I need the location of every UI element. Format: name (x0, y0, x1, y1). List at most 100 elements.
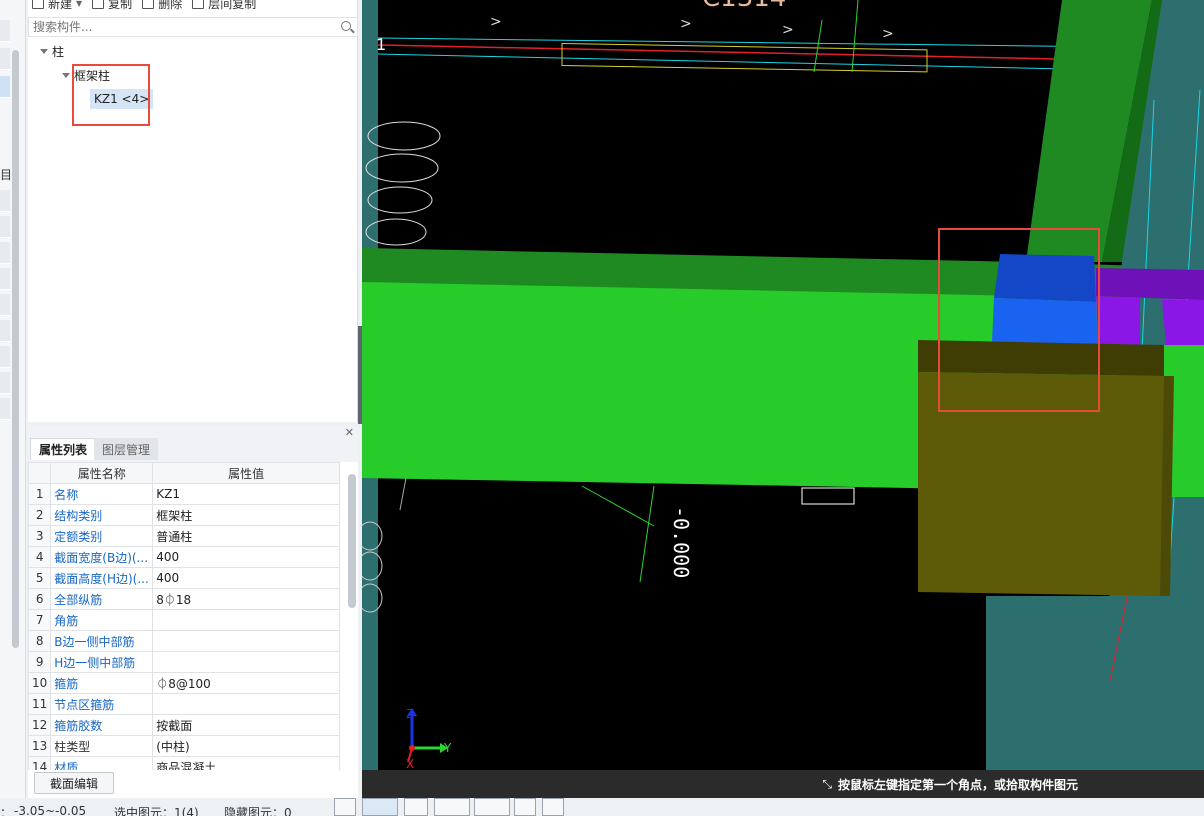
new-button[interactable]: 新建 ▼ (32, 0, 82, 12)
app-root: 目.. 新建▼ 复制 删除 层间复制 柱 框架柱 KZ1 <4> 属性列表 图层… (0, 0, 1204, 816)
strip-cell[interactable] (0, 190, 10, 212)
property-value[interactable]: KZ1 (152, 483, 340, 505)
property-value[interactable] (152, 630, 340, 652)
strip-cell[interactable] (0, 346, 10, 368)
strip-cell[interactable] (0, 216, 10, 238)
table-row[interactable]: 2 结构类别 框架柱 (27, 504, 340, 526)
search-box (28, 17, 358, 37)
strip-cell[interactable] (0, 20, 10, 42)
axis-gizmo: Z Y X (406, 707, 452, 771)
row-index: 6 (27, 588, 52, 610)
rotate-tool-button[interactable] (542, 798, 564, 816)
green-guide (581, 485, 655, 527)
table-row[interactable]: 4 截面宽度(B边)(... 400 (27, 546, 340, 568)
table-row[interactable]: 3 定额类别 普通柱 (27, 525, 340, 547)
green-guide (851, 0, 859, 73)
arrow-mark: > (490, 14, 502, 30)
blue-column-top (994, 254, 1096, 302)
property-value[interactable]: 400 (152, 567, 340, 589)
table-row[interactable]: 10 箍筋 ⏀8@100 (27, 672, 340, 694)
viewport-scene: 1 C1314 > > > > (362, 0, 1204, 798)
left-strip: 目.. (0, 0, 26, 800)
expand-icon[interactable] (62, 73, 70, 78)
table-row[interactable]: 9 H边一侧中部筋 (27, 651, 340, 673)
properties-scrollbar[interactable] (348, 474, 356, 608)
arrow-mark: > (782, 22, 794, 38)
property-name: 结构类别 (50, 504, 154, 526)
arrow-mark: > (680, 16, 692, 32)
tab-property-list[interactable]: 属性列表 (30, 438, 97, 460)
row-index: 10 (27, 672, 52, 694)
strip-cell[interactable] (0, 398, 10, 420)
row-index: 7 (27, 609, 52, 631)
strip-cell[interactable] (0, 320, 10, 342)
dimension-text: -0.000 (669, 506, 693, 578)
table-row[interactable]: 5 截面高度(H边)(... 400 (27, 567, 340, 589)
close-icon[interactable]: ✕ (345, 426, 354, 439)
header-name: 属性名称 (50, 462, 154, 484)
offset-tool-button[interactable] (474, 798, 510, 816)
strip-cell[interactable] (0, 242, 10, 264)
property-value[interactable]: ⏀8@100 (152, 672, 340, 694)
table-row[interactable]: 11 节点区箍筋 (27, 693, 340, 715)
view-tool-button[interactable] (514, 798, 536, 816)
dimension-mark (801, 487, 855, 505)
olive-block-top (918, 340, 1164, 376)
elevation-range: -3.05~-0.05 (14, 804, 87, 816)
strip-scrollbar[interactable] (12, 50, 19, 648)
property-name: 截面宽度(B边)(... (50, 546, 154, 568)
delete-button[interactable]: 删除 (142, 0, 182, 12)
purple-block-front (1096, 296, 1140, 345)
table-row[interactable]: 13 柱类型 (中柱) (27, 735, 340, 757)
table-row[interactable]: 12 箍筋胶数 按截面 (27, 714, 340, 736)
strip-cell[interactable] (0, 48, 10, 70)
row-index: 1 (27, 483, 52, 505)
table-row[interactable]: 6 全部纵筋 8⏀18 (27, 588, 340, 610)
property-value[interactable]: 400 (152, 546, 340, 568)
property-name: H边一侧中部筋 (50, 651, 154, 673)
property-value[interactable]: 普通柱 (152, 525, 340, 547)
table-row[interactable]: 7 角筋 (27, 609, 340, 631)
purple-block-front (1162, 300, 1204, 345)
property-value[interactable] (152, 693, 340, 715)
status-bar: ： -3.05~-0.05 选中图元：1(4) 隐藏图元：0 (0, 798, 1204, 816)
property-value[interactable]: 8⏀18 (152, 588, 340, 610)
olive-block-front (918, 372, 1164, 596)
beam-outline-yellow (561, 42, 928, 73)
snap-tool-button[interactable] (362, 798, 398, 816)
property-value[interactable]: (中柱) (152, 735, 340, 757)
property-value[interactable] (152, 651, 340, 673)
instruction-text: 按鼠标左键指定第一个角点，或拾取构件图元 (837, 777, 1078, 792)
tree-node-column[interactable]: 柱 (40, 43, 64, 60)
copy-button[interactable]: 复制 (92, 0, 132, 12)
property-value[interactable]: 按截面 (152, 714, 340, 736)
3d-viewport[interactable]: 1 C1314 > > > > (362, 0, 1204, 798)
row-index: 2 (27, 504, 52, 526)
header-index (27, 462, 52, 484)
strip-cell[interactable] (0, 372, 10, 394)
search-input[interactable] (29, 18, 329, 36)
cross-tool-button[interactable] (404, 798, 428, 816)
chevron-down-icon[interactable]: ▼ (76, 0, 82, 8)
expand-icon[interactable] (40, 49, 48, 54)
svg-text:Z: Z (406, 707, 414, 721)
strip-cell[interactable] (0, 268, 10, 290)
property-value[interactable]: 框架柱 (152, 504, 340, 526)
search-icon[interactable] (341, 21, 351, 31)
table-row[interactable]: 8 B边一侧中部筋 (27, 630, 340, 652)
strip-cell-selected[interactable] (0, 76, 10, 98)
properties-tabs: 属性列表 图层管理 ✕ (28, 426, 358, 462)
axis-number: 1 (376, 35, 386, 54)
section-edit-button[interactable]: 截面编辑 (34, 772, 114, 794)
ortho-tool-button[interactable] (334, 798, 356, 816)
pick-point-icon: ⤡ (822, 776, 832, 791)
property-value[interactable] (152, 609, 340, 631)
properties-table: 属性名称 属性值 1 名称 KZ1 2 结构类别 框架柱 3 定额类别 普通柱 4 截面宽度(B边)… (27, 462, 340, 778)
angle-tool-button[interactable] (434, 798, 470, 816)
table-row[interactable]: 1 名称 KZ1 (27, 483, 340, 505)
tab-layer-management[interactable]: 图层管理 (94, 438, 159, 460)
strip-cell[interactable] (0, 294, 10, 316)
layer-copy-button[interactable]: 层间复制 (192, 0, 256, 12)
property-name: 全部纵筋 (50, 588, 154, 610)
copy-icon (92, 0, 105, 9)
